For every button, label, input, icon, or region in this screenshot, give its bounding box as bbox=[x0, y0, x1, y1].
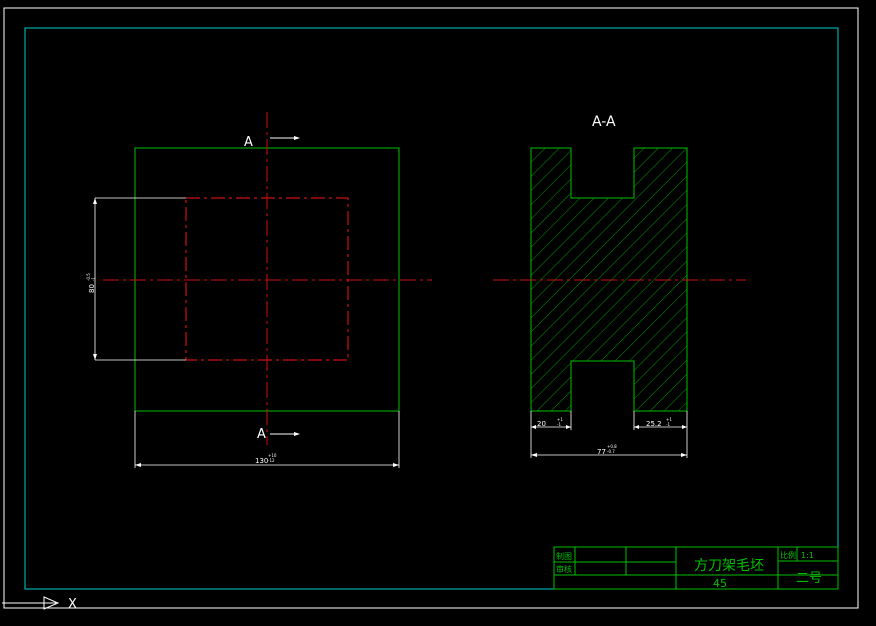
checked-by-label: 审核 bbox=[556, 564, 572, 574]
dim-thickness-tol-lower: -0.7 bbox=[607, 449, 615, 454]
dimension-left-flange[interactable]: 20 +1 -1 bbox=[530, 411, 572, 430]
section-view-a-a: A-A 20 +1 -1 25.2 +1 -1 77 +0.8 -0.7 bbox=[493, 114, 746, 458]
cut-marker-bottom: A bbox=[257, 427, 266, 442]
drawing-frame bbox=[24, 27, 839, 590]
material: 45 bbox=[713, 577, 727, 590]
cad-drawing-canvas[interactable]: A A 80 -0.5 -1 130 +10 -12 A-A 20 +1 -1 … bbox=[0, 0, 876, 626]
dimension-height[interactable]: 80 -0.5 -1 bbox=[86, 197, 186, 361]
dim-left-flange-tol-lower: -1 bbox=[557, 422, 561, 427]
section-label: A-A bbox=[592, 114, 616, 130]
dim-right-flange-tol-lower: -1 bbox=[666, 422, 670, 427]
front-view: A A 80 -0.5 -1 130 +10 -12 bbox=[86, 112, 432, 468]
dimension-thickness[interactable]: 77 +0.8 -0.7 bbox=[530, 430, 688, 458]
dim-left-flange-value: 20 bbox=[537, 420, 546, 428]
dim-height-value: 80 bbox=[88, 284, 96, 293]
dim-thickness-value: 77 bbox=[597, 448, 606, 456]
cut-arrow-top-head bbox=[294, 136, 300, 140]
dim-width-value: 130 bbox=[255, 457, 268, 465]
cut-marker-top: A bbox=[244, 135, 253, 150]
part-name: 方刀架毛坯 bbox=[694, 558, 764, 574]
dim-right-flange-value: 25.2 bbox=[646, 420, 662, 428]
dim-height-tol-lower: -1 bbox=[91, 277, 96, 281]
cut-arrow-bottom-head bbox=[294, 432, 300, 436]
ucs-icon: X bbox=[2, 596, 77, 612]
sheet-label: 二号 bbox=[796, 571, 822, 586]
scale-value: 1:1 bbox=[801, 551, 814, 560]
dimension-right-flange[interactable]: 25.2 +1 -1 bbox=[633, 411, 688, 430]
outer-sheet-border bbox=[3, 7, 859, 609]
scale-label: 比例 bbox=[780, 550, 796, 560]
ucs-axis-label: X bbox=[68, 597, 77, 612]
drawn-by-label: 制图 bbox=[556, 551, 572, 561]
title-block[interactable]: 制图 审核 方刀架毛坯 45 比例 1:1 二号 bbox=[553, 546, 839, 590]
dim-width-tol-lower: -12 bbox=[268, 458, 275, 463]
